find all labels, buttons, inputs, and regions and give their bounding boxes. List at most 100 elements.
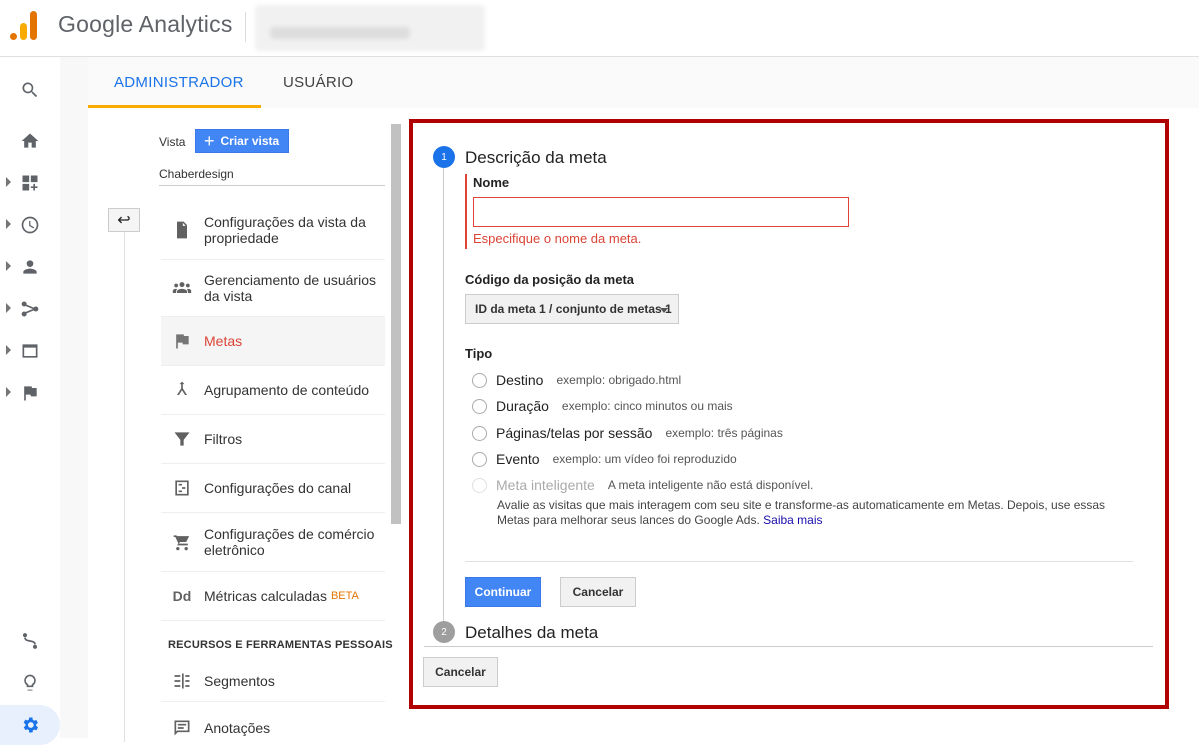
goal-type-example: exemplo: cinco minutos ou mais [561, 399, 733, 413]
goal-name-input[interactable] [473, 197, 849, 227]
menu-item-channel-settings[interactable]: Configurações do canal [161, 464, 385, 513]
goal-type-event[interactable]: Evento exemplo: um vídeo foi reproduzido [472, 451, 737, 467]
goal-type-label: Tipo [465, 346, 493, 361]
segments-icon [171, 670, 193, 692]
filter-icon [171, 428, 193, 450]
personal-tools-heading: RECURSOS E FERRAMENTAS PESSOAIS [168, 639, 393, 651]
menu-item-label: Agrupamento de conteúdo [204, 382, 370, 398]
product-name: Google Analytics [58, 11, 233, 37]
radio-button[interactable] [472, 398, 487, 414]
menu-item-label: Metas [204, 333, 243, 349]
goal-type-smart-goal: Meta inteligente A meta inteligente não … [472, 477, 813, 493]
cancel-goal-button[interactable]: Cancelar [423, 657, 498, 687]
personal-tools-menu: Segmentos Anotações [161, 660, 385, 754]
header-divider [245, 12, 246, 42]
view-name[interactable]: Chaberdesign [159, 167, 234, 181]
top-header: Google Analytics [0, 0, 1199, 57]
plus-icon: + [204, 131, 215, 151]
menu-item-user-management[interactable]: Gerenciamento de usuários da vista [161, 260, 385, 317]
goal-type-label: Destino [496, 372, 544, 388]
customization-icon[interactable] [0, 163, 60, 203]
left-rail [0, 57, 60, 745]
name-error-message: Especifique o nome da meta. [473, 231, 642, 246]
cancel-step-button[interactable]: Cancelar [560, 577, 636, 607]
search-icon[interactable] [0, 70, 60, 110]
goal-description-title: Descrição da meta [465, 148, 607, 167]
beta-badge: BETA [330, 590, 359, 602]
goal-type-example: exemplo: obrigado.html [556, 373, 682, 387]
tab-administrador[interactable]: ADMINISTRADOR [114, 74, 244, 91]
acquisition-icon[interactable] [0, 289, 60, 329]
menu-item-content-grouping[interactable]: Agrupamento de conteúdo [161, 366, 385, 415]
annotations-icon [171, 717, 193, 739]
goal-slot-dropdown[interactable]: ID da meta 1 / conjunto de metas 1 [465, 294, 679, 324]
rail-gutter [60, 57, 88, 738]
goal-type-label: Meta inteligente [496, 477, 595, 493]
menu-item-label: Anotações [204, 720, 271, 736]
menu-item-label: Configurações de comércio eletrônico [204, 526, 375, 558]
menu-item-filters[interactable]: Filtros [161, 415, 385, 464]
analytics-logo-icon[interactable] [10, 10, 38, 40]
admin-tabs: ADMINISTRADOR USUÁRIO [88, 57, 1199, 108]
menu-item-label: Configurações do canal [204, 480, 352, 496]
view-admin-column: Vista + Criar vista Chaberdesign ↩ Confi… [88, 108, 403, 742]
menu-item-segments[interactable]: Segmentos [161, 660, 385, 702]
tab-usuario[interactable]: USUÁRIO [283, 74, 353, 91]
name-label: Nome [473, 175, 510, 190]
flag-icon [171, 330, 193, 352]
menu-item-label: Segmentos [204, 672, 275, 689]
goal-type-duration[interactable]: Duração exemplo: cinco minutos ou mais [472, 398, 733, 414]
calculated-metrics-icon: Dd [172, 588, 192, 604]
create-view-button[interactable]: + Criar vista [195, 129, 289, 153]
continue-button[interactable]: Continuar [465, 577, 541, 607]
home-icon[interactable] [0, 121, 60, 161]
menu-item-label: Filtros [204, 431, 243, 447]
audience-icon[interactable] [0, 247, 60, 287]
goal-type-example: exemplo: três páginas [665, 426, 783, 440]
view-divider [159, 185, 385, 186]
account-selector[interactable] [255, 5, 485, 51]
menu-item-ecommerce-settings[interactable]: Configurações de comércio eletrônico [161, 513, 385, 572]
error-indicator-bar [465, 174, 467, 249]
menu-item-label: Gerenciamento de usuários da vista [204, 272, 376, 304]
vista-label: Vista [159, 135, 186, 149]
view-settings-menu: Configurações da vista da propriedade Ge… [161, 200, 385, 621]
step-separator [465, 561, 1133, 562]
goal-type-example: A meta inteligente não está disponível. [607, 478, 814, 492]
radio-button[interactable] [472, 425, 487, 441]
content-grouping-icon [171, 379, 193, 401]
goal-slot-value: ID da meta 1 / conjunto de metas 1 [475, 302, 672, 316]
realtime-icon[interactable] [0, 205, 60, 245]
menu-item-goals[interactable]: Metas [161, 317, 385, 366]
learn-more-link[interactable]: Saiba mais [763, 513, 822, 527]
goal-type-label: Páginas/telas por sessão [496, 425, 653, 441]
cart-icon [171, 531, 193, 553]
radio-button [472, 477, 487, 493]
discover-icon[interactable] [0, 663, 60, 703]
goal-type-destination[interactable]: Destino exemplo: obrigado.html [472, 372, 681, 388]
goal-type-label: Duração [496, 398, 549, 414]
behavior-icon[interactable] [0, 331, 60, 371]
menu-item-view-settings[interactable]: Configurações da vista da propriedade [161, 200, 385, 260]
menu-item-label: Configurações da vista da propriedade [204, 213, 366, 246]
goal-slot-label: Código da posição da meta [465, 272, 635, 287]
goal-type-pages-per-session[interactable]: Páginas/telas por sessão exemplo: três p… [472, 425, 783, 441]
back-arrow-icon: ↩ [117, 212, 131, 229]
menu-item-calculated-metrics[interactable]: Dd Métricas calculadas BETA [161, 572, 385, 621]
menu-item-annotations[interactable]: Anotações [161, 702, 385, 754]
back-arrow-button[interactable]: ↩ [108, 208, 140, 232]
goal-type-example: exemplo: um vídeo foi reproduzido [552, 452, 737, 466]
goal-details-title: Detalhes da meta [465, 623, 599, 642]
steps-connector-line [443, 168, 444, 621]
smart-goal-description: Avalie as visitas que mais interagem com… [497, 498, 1127, 528]
radio-button[interactable] [472, 372, 487, 388]
column-guide-line [124, 232, 125, 742]
conversions-icon[interactable] [0, 373, 60, 413]
admin-icon[interactable] [0, 705, 60, 745]
column-scrollbar[interactable] [391, 124, 401, 524]
radio-button[interactable] [472, 451, 487, 467]
attribution-icon[interactable] [0, 621, 60, 661]
bottom-separator [424, 646, 1153, 647]
document-icon [171, 219, 193, 241]
menu-item-label: Métricas calculadas [204, 588, 327, 604]
